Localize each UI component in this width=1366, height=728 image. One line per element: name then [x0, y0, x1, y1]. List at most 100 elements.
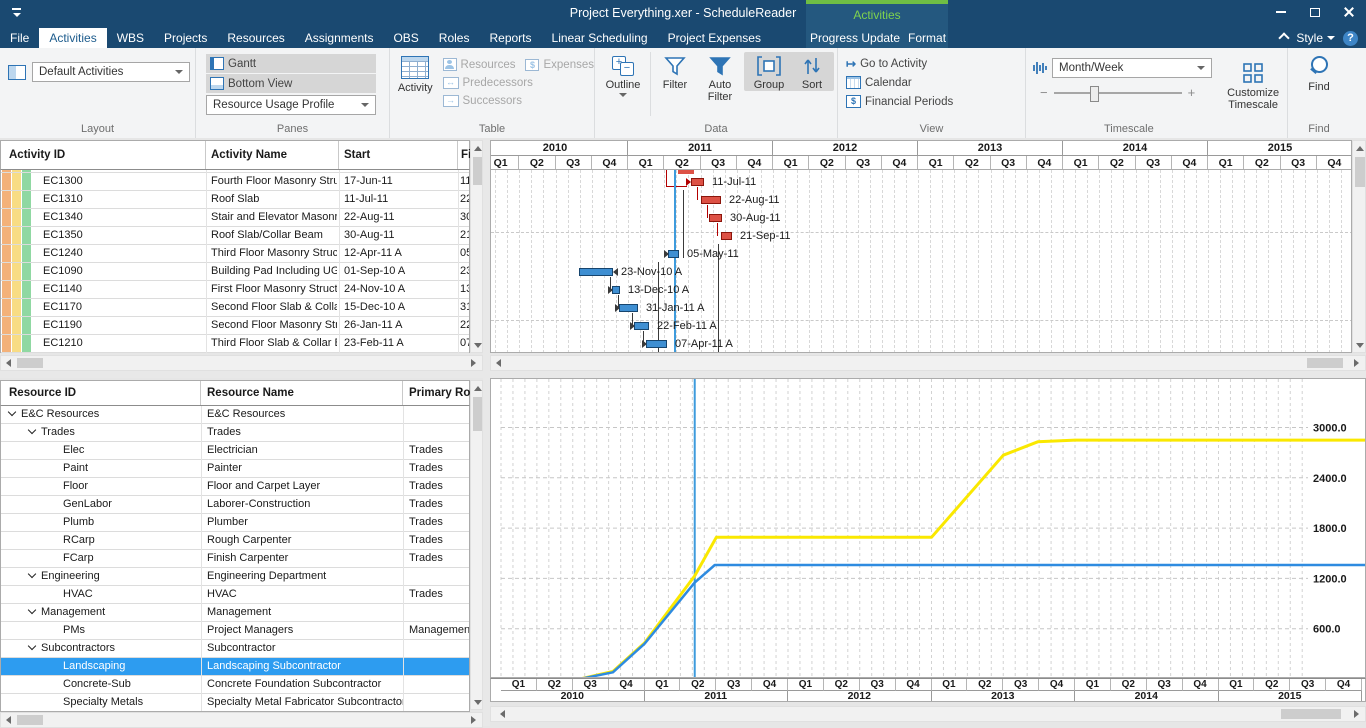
- expenses-button[interactable]: $ Expenses: [525, 56, 594, 73]
- resource-row-floor[interactable]: FloorFloor and Carpet LayerTrades: [1, 478, 469, 496]
- activity-table-hscrollbar[interactable]: [0, 355, 483, 371]
- help-button[interactable]: ?: [1343, 31, 1358, 46]
- scroll-up-button[interactable]: [1353, 141, 1366, 155]
- collapse-chevron-icon[interactable]: [28, 570, 36, 578]
- gantt-toggle-button[interactable]: Gantt: [206, 54, 376, 73]
- gantt-bar-red[interactable]: [691, 178, 704, 186]
- hscroll-thumb[interactable]: [1281, 709, 1341, 719]
- activity-row-EC1300[interactable]: EC1300Fourth Floor Masonry Structure17-J…: [1, 173, 469, 191]
- activity-row-EC1350[interactable]: EC1350Roof Slab/Collar Beam30-Aug-1121-S…: [1, 227, 469, 245]
- successors-button[interactable]: → Successors: [443, 92, 594, 109]
- horizontal-splitter[interactable]: [0, 371, 1366, 378]
- outline-button[interactable]: Outline: [599, 52, 647, 97]
- scroll-right-button[interactable]: [1349, 707, 1363, 721]
- resource-row-hvac[interactable]: HVACHVACTrades: [1, 586, 469, 604]
- filter-button[interactable]: Filter: [654, 52, 696, 91]
- hscroll-thumb[interactable]: [17, 715, 43, 725]
- gantt-vscrollbar[interactable]: [1352, 140, 1366, 353]
- scroll-left-button[interactable]: [495, 707, 509, 721]
- scroll-left-button[interactable]: [1, 356, 15, 370]
- resource-row-rcarp[interactable]: RCarpRough CarpenterTrades: [1, 532, 469, 550]
- column-header-resource-id[interactable]: Resource ID: [1, 381, 201, 405]
- menu-tab-obs[interactable]: OBS: [383, 28, 428, 48]
- resource-row-plumb[interactable]: PlumbPlumberTrades: [1, 514, 469, 532]
- collapse-ribbon-icon[interactable]: [1279, 32, 1290, 43]
- resource-table-vscrollbar[interactable]: [470, 380, 483, 710]
- resource-row-e-c-resources[interactable]: E&C ResourcesE&C Resources: [1, 406, 469, 424]
- calendar-button[interactable]: Calendar: [846, 74, 1025, 91]
- timescale-slider[interactable]: [1054, 92, 1182, 94]
- activity-row-EC1090[interactable]: EC1090Building Pad Including UG Utilitie…: [1, 263, 469, 281]
- activity-row-EC1240[interactable]: EC1240Third Floor Masonry Structure12-Ap…: [1, 245, 469, 263]
- resource-row-engineering[interactable]: EngineeringEngineering Department: [1, 568, 469, 586]
- scroll-up-button[interactable]: [471, 141, 484, 155]
- activity-table-button[interactable]: Activity: [396, 52, 435, 109]
- scroll-left-button[interactable]: [491, 356, 505, 370]
- gantt-bar-blue[interactable]: [619, 304, 638, 312]
- scroll-right-button[interactable]: [1349, 356, 1363, 370]
- gantt-bar-blue[interactable]: [634, 322, 649, 330]
- gantt-bar-red[interactable]: [721, 232, 732, 240]
- resource-row-fcarp[interactable]: FCarpFinish CarpenterTrades: [1, 550, 469, 568]
- zoom-out-button[interactable]: −: [1040, 86, 1048, 99]
- close-button[interactable]: [1332, 0, 1366, 24]
- scroll-right-button[interactable]: [466, 356, 480, 370]
- scroll-left-button[interactable]: [1, 713, 15, 727]
- activity-table-vscrollbar[interactable]: [470, 140, 483, 353]
- timescale-combobox[interactable]: Month/Week: [1052, 58, 1212, 78]
- resource-row-landscaping[interactable]: LandscapingLandscaping Subcontractor: [1, 658, 469, 676]
- gantt-bar-blue[interactable]: [668, 250, 679, 258]
- column-header-start[interactable]: Start: [339, 141, 458, 169]
- column-header-primary-role[interactable]: Primary Role: [403, 381, 471, 405]
- vscroll-thumb[interactable]: [1355, 157, 1365, 187]
- scroll-down-button[interactable]: [471, 338, 484, 352]
- menu-tab-projects[interactable]: Projects: [154, 28, 217, 48]
- scroll-down-button[interactable]: [1353, 338, 1366, 352]
- gantt-bar-blue[interactable]: [646, 340, 667, 348]
- sort-button[interactable]: Sort: [792, 52, 832, 91]
- bottom-view-toggle-button[interactable]: Bottom View: [206, 74, 376, 93]
- menu-tab-assignments[interactable]: Assignments: [295, 28, 384, 48]
- gantt-bar-blue[interactable]: [579, 268, 613, 276]
- menu-tab-wbs[interactable]: WBS: [107, 28, 154, 48]
- menu-tab-activities[interactable]: Activities: [39, 28, 106, 48]
- vertical-splitter[interactable]: [483, 140, 490, 726]
- menu-tab-linear-scheduling[interactable]: Linear Scheduling: [542, 28, 658, 48]
- predecessors-button[interactable]: ↔ Predecessors: [443, 74, 594, 91]
- collapse-chevron-icon[interactable]: [8, 408, 16, 416]
- resource-row-specialty-metals[interactable]: Specialty MetalsSpecialty Metal Fabricat…: [1, 694, 469, 712]
- timescale-slider-thumb[interactable]: [1090, 86, 1099, 102]
- menu-tab-file[interactable]: File: [0, 28, 39, 48]
- vscroll-thumb[interactable]: [473, 157, 482, 185]
- gantt-hscrollbar[interactable]: [490, 355, 1366, 371]
- resource-row-genlabor[interactable]: GenLaborLaborer-ConstructionTrades: [1, 496, 469, 514]
- resource-row-concrete-sub[interactable]: Concrete-SubConcrete Foundation Subcontr…: [1, 676, 469, 694]
- menu-tab-project-expenses[interactable]: Project Expenses: [658, 28, 771, 48]
- financial-periods-button[interactable]: $ Financial Periods: [846, 93, 1025, 110]
- resource-table-hscrollbar[interactable]: [0, 712, 483, 728]
- menu-tab-reports[interactable]: Reports: [479, 28, 541, 48]
- profile-hscrollbar[interactable]: [490, 706, 1366, 722]
- resource-row-trades[interactable]: TradesTrades: [1, 424, 469, 442]
- go-to-activity-button[interactable]: ↦ Go to Activity: [846, 55, 1025, 72]
- menu-tab-progress-update[interactable]: Progress Update: [806, 28, 904, 48]
- column-header-activity-id[interactable]: Activity ID: [1, 141, 206, 169]
- zoom-in-button[interactable]: +: [1188, 86, 1196, 99]
- scroll-up-button[interactable]: [471, 381, 484, 395]
- resource-row-management[interactable]: ManagementManagement: [1, 604, 469, 622]
- activity-row-EC1140[interactable]: EC1140First Floor Masonry Structure24-No…: [1, 281, 469, 299]
- hscroll-thumb[interactable]: [17, 358, 43, 368]
- minimize-button[interactable]: [1264, 0, 1298, 24]
- group-button[interactable]: Group: [746, 52, 792, 91]
- column-header-resource-name[interactable]: Resource Name: [201, 381, 403, 405]
- menu-tab-roles[interactable]: Roles: [429, 28, 480, 48]
- gantt-bar-red[interactable]: [701, 196, 721, 204]
- menu-tab-resources[interactable]: Resources: [217, 28, 294, 48]
- hscroll-thumb[interactable]: [1307, 358, 1343, 368]
- activity-row-EC1170[interactable]: EC1170Second Floor Slab & Collar Beam15-…: [1, 299, 469, 317]
- collapse-chevron-icon[interactable]: [28, 426, 36, 434]
- collapse-chevron-icon[interactable]: [28, 606, 36, 614]
- layout-combobox[interactable]: Default Activities: [32, 62, 190, 82]
- style-button[interactable]: Style: [1296, 31, 1335, 45]
- restore-button[interactable]: [1298, 0, 1332, 24]
